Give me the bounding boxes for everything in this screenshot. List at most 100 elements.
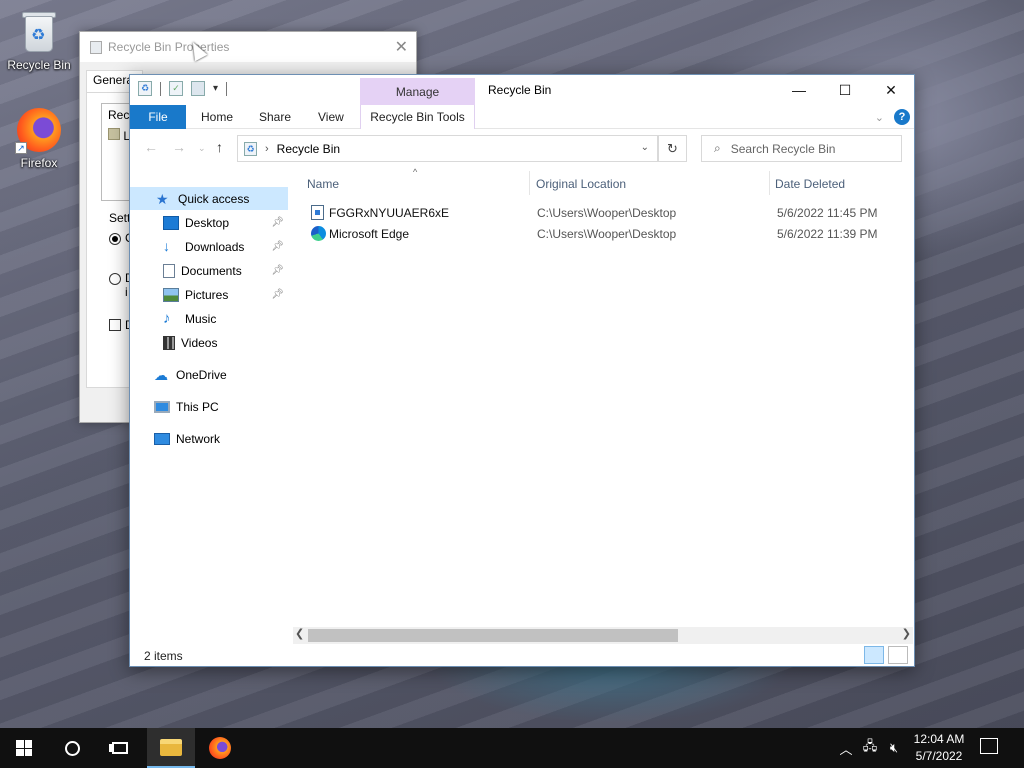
quick-access-toolbar: ♻ ✓ ▾ [138,81,228,96]
back-arrow-icon[interactable]: ← [144,139,158,155]
close-button[interactable]: ✕ [868,75,914,105]
firefox-icon: ↗ [15,106,63,154]
item-date: 5/6/2022 11:45 PM [777,206,878,220]
up-arrow-icon[interactable]: ↑ [216,139,223,155]
column-divider[interactable] [529,171,530,195]
confirm-delete-checkbox[interactable] [109,319,121,331]
column-header-name[interactable]: Name [307,177,339,191]
scrollbar-thumb[interactable] [308,629,678,642]
address-bar[interactable]: ♻ › Recycle Bin ⌄ [237,135,658,162]
edge-icon [311,226,326,241]
start-button[interactable] [0,728,48,768]
desktop-icon-recycle-bin[interactable]: Recycle Bin [3,8,75,72]
breadcrumb-chevron-icon[interactable]: › [265,143,269,155]
item-location: C:\Users\Wooper\Desktop [537,227,677,241]
download-arrow-icon: ↓ [163,237,170,254]
pin-icon[interactable]: 📌︎ [271,265,284,276]
explorer-titlebar[interactable]: ♻ ✓ ▾ Manage Recycle Bin — ☐ ✕ [130,75,914,105]
sort-ascending-icon: ^ [413,167,418,177]
recent-locations-chevron-icon[interactable]: ⌄ [198,143,206,154]
item-name: FGGRxNYUUAER6xE [329,206,450,220]
cortana-search-button[interactable] [48,728,96,768]
pin-icon[interactable]: 📌︎ [271,241,284,252]
dialog-close-button[interactable]: ✕ [395,37,408,57]
nav-item-quick-access[interactable]: ★ Quick access [130,187,288,210]
breadcrumb-recycle-bin[interactable]: Recycle Bin [277,142,340,156]
nav-label: Music [185,311,217,326]
item-count: 2 items [144,649,183,663]
expand-ribbon-chevron-icon[interactable]: ⌄ [875,111,884,124]
desktop-icon-firefox[interactable]: ↗ Firefox [3,106,75,170]
action-center-icon[interactable] [980,738,998,754]
tab-recycle-bin-tools[interactable]: Recycle Bin Tools [360,105,475,129]
large-icons-view-button[interactable] [888,646,908,664]
customize-toolbar-chevron-icon[interactable]: ▾ [213,83,218,94]
column-header-date-deleted[interactable]: Date Deleted [775,177,845,191]
contextual-tab-manage[interactable]: Manage [360,78,475,105]
new-folder-icon[interactable] [191,81,205,96]
dialog-title: Recycle Bin Properties [108,40,230,54]
nav-item-documents[interactable]: Documents 📌︎ [130,259,288,282]
forward-arrow-icon[interactable]: → [172,139,186,155]
nav-item-music[interactable]: ♪ Music [130,307,288,330]
help-icon[interactable]: ? [894,109,910,125]
minimize-button[interactable]: — [776,75,822,105]
horizontal-scrollbar[interactable]: ❮ ❯ [293,627,913,644]
nav-item-onedrive[interactable]: ☁ OneDrive [130,363,288,386]
nav-item-desktop[interactable]: Desktop 📌︎ [130,211,288,234]
dialog-titlebar[interactable]: Recycle Bin Properties [80,32,416,62]
nav-label: Network [176,431,221,446]
taskbar: ︿ 🖧︎ 🔇︎ 12:04 AM 5/7/2022 [0,728,1024,768]
system-clock[interactable]: 12:04 AM 5/7/2022 [906,731,972,765]
tab-file[interactable]: File [130,105,186,129]
scroll-right-arrow-icon[interactable]: ❯ [902,627,911,640]
details-view-button[interactable] [864,646,884,664]
cortana-circle-icon [64,740,80,756]
ribbon-tabs: File Home Share View Recycle Bin Tools ⌄… [130,105,914,129]
recycle-bin-small-icon [90,40,102,54]
nav-item-videos[interactable]: Videos [130,331,288,354]
nav-item-network[interactable]: Network [130,427,288,450]
recycle-bin-small-icon[interactable]: ♻ [138,81,152,96]
window-title: Recycle Bin [488,83,552,97]
refresh-button[interactable]: ↻ [658,135,687,162]
search-input[interactable] [730,141,891,156]
search-icon: ⌕ [714,141,721,155]
network-icon [154,432,170,445]
network-status-icon[interactable]: 🖧︎ [858,728,882,768]
volume-muted-icon[interactable]: 🔇︎ [884,728,904,768]
no-recycle-radio[interactable] [109,273,121,285]
custom-size-radio[interactable] [109,233,121,245]
pin-icon[interactable]: 📌︎ [271,217,284,228]
folder-icon [108,128,120,140]
column-header-original-location[interactable]: Original Location [536,177,626,191]
nav-label: OneDrive [176,367,227,382]
table-row[interactable]: FGGRxNYUUAER6xE C:\Users\Wooper\Desktop … [303,202,903,223]
taskbar-firefox[interactable] [196,728,244,768]
nav-item-downloads[interactable]: ↓ Downloads 📌︎ [130,235,288,258]
nav-label: Desktop [185,215,230,230]
item-date: 5/6/2022 11:39 PM [777,227,878,241]
item-location: C:\Users\Wooper\Desktop [537,206,677,220]
task-view-button[interactable] [96,728,144,768]
scroll-left-arrow-icon[interactable]: ❮ [295,627,304,640]
address-dropdown-icon[interactable]: ⌄ [641,142,649,153]
tab-share[interactable]: Share [259,105,291,129]
pin-icon[interactable]: 📌︎ [271,289,284,300]
column-divider[interactable] [769,171,770,195]
file-explorer-window[interactable]: ♻ ✓ ▾ Manage Recycle Bin — ☐ ✕ File Home… [129,74,915,667]
nav-item-pictures[interactable]: Pictures 📌︎ [130,283,288,306]
picture-icon [163,287,179,302]
item-name: Microsoft Edge [329,227,410,241]
nav-item-this-pc[interactable]: This PC [130,395,288,418]
tab-view[interactable]: View [318,105,344,129]
maximize-button[interactable]: ☐ [822,75,868,105]
status-bar: 2 items [130,646,914,666]
properties-icon[interactable]: ✓ [169,81,183,96]
table-row[interactable]: Microsoft Edge C:\Users\Wooper\Desktop 5… [303,223,903,244]
taskbar-file-explorer[interactable] [147,728,195,768]
show-hidden-icons-chevron-icon[interactable]: ︿ [836,728,856,768]
tab-home[interactable]: Home [201,105,233,129]
document-icon [163,263,175,278]
search-box[interactable]: ⌕ [701,135,902,162]
